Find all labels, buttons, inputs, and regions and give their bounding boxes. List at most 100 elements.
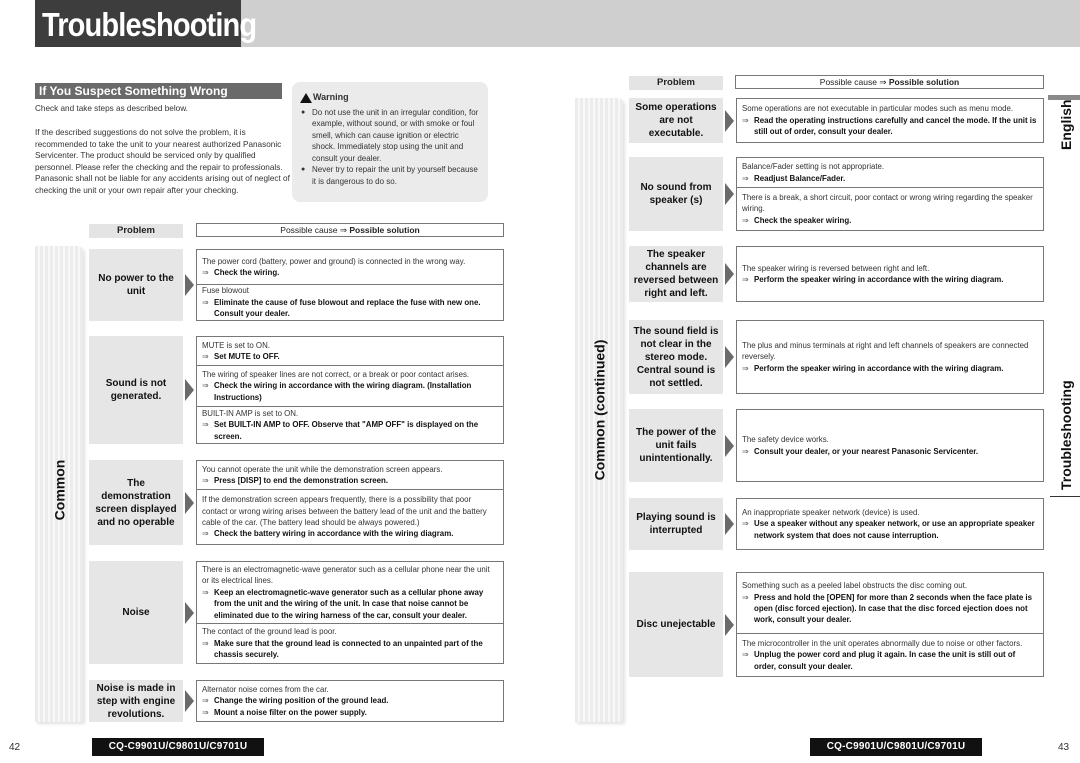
header-solution-text: Possible solution [888,77,960,87]
cause-text: Alternator noise comes from the car. [202,685,329,694]
cause-item: Alternator noise comes from the car.Chan… [197,681,503,721]
arrow-right-icon [725,613,734,636]
cause-text: The speaker wiring is reversed between r… [742,263,930,273]
cause-item: The speaker wiring is reversed between r… [737,247,1043,301]
section-heading: If You Suspect Something Wrong [35,83,282,99]
warning-box: Warning Do not use the unit in an irregu… [292,82,488,202]
solution-text: Set MUTE to OFF. [202,351,498,363]
arrow-right-icon [725,434,734,457]
cause-text: Fuse blowout [202,286,249,296]
solution-text: Check the speaker wiring. [742,215,1038,227]
cause-item: An inappropriate speaker network (device… [737,499,1043,549]
cause-text: The wiring of speaker lines are not corr… [202,369,470,379]
problem-cell: Playing sound is interrupted [629,498,723,550]
solution-text: Eliminate the cause of fuse blowout and … [202,297,498,320]
cause-item: Fuse blowoutEliminate the cause of fuse … [197,284,503,320]
intro-paragraph: If the described suggestions do not solv… [35,128,290,195]
solution-text: Press [DISP] to end the demonstration sc… [202,475,498,487]
arrow-right-icon [725,183,734,205]
header-cause-text: Possible cause [819,77,877,87]
chapter-tab: Troubleshooting [1058,380,1074,490]
causes-box: The power cord (battery, power and groun… [196,249,504,321]
warning-item: Do not use the unit in an irregular cond… [300,107,480,165]
cause-text: The safety device works. [742,435,829,445]
causes-box: There is an electromagnetic-wave generat… [196,561,504,664]
cause-item: The contact of the ground lead is poor.M… [197,623,503,663]
solution-text: Make sure that the ground lead is connec… [202,638,498,661]
cause-text: An inappropriate speaker network (device… [742,507,920,517]
cause-item: There is a break, a short circuit, poor … [737,187,1043,230]
header-problem-left: Problem [89,224,183,238]
cause-item: Some operations are not executable in pa… [737,99,1043,142]
cause-text: MUTE is set to ON. [202,340,270,350]
causes-box: Balance/Fader setting is not appropriate… [736,157,1044,231]
problem-cell: Noise is made in step with engine revolu… [89,680,183,722]
solution-text: Readjust Balance/Fader. [742,173,1038,185]
cause-item: The wiring of speaker lines are not corr… [197,365,503,406]
arrow-right-icon [725,263,734,285]
causes-box: Something such as a peeled label obstruc… [736,572,1044,677]
solution-text: Set BUILT-IN AMP to OFF. Observe that "A… [202,419,498,442]
solution-text: Change the wiring position of the ground… [202,695,498,707]
problem-cell: The demonstration screen displayed and n… [89,460,183,545]
cause-text: You cannot operate the unit while the de… [202,464,443,474]
problem-cell: Sound is not generated. [89,336,183,444]
arrow-right-icon [725,109,734,132]
model-number-left: CQ-C9901U/C9801U/C9701U [92,738,264,756]
cause-text: Something such as a peeled label obstruc… [742,581,968,591]
arrow-right-icon [185,491,194,514]
problem-cell: The speaker channels are reversed betwee… [629,246,723,302]
cause-text: The plus and minus terminals at right an… [742,340,1029,362]
cause-text: The power cord (battery, power and groun… [202,256,466,266]
causes-box: You cannot operate the unit while the de… [196,460,504,545]
cause-item: The safety device works.Consult your dea… [737,410,1043,481]
solution-text: Unplug the power cord and plug it again.… [742,649,1038,672]
cause-text: Balance/Fader setting is not appropriate… [742,162,885,172]
solution-text: Perform the speaker wiring in accordance… [742,363,1038,375]
cause-item: The power cord (battery, power and groun… [197,250,503,284]
warning-triangle-icon [300,92,312,103]
chapter-tab-divider [1050,496,1080,497]
header-problem-right: Problem [629,76,723,90]
solution-text: Mount a noise filter on the power supply… [202,707,498,719]
side-tab-label-wrap: Common [35,459,83,521]
solution-text: Press and hold the [OPEN] for more than … [742,592,1038,626]
header-solution-text: Possible solution [349,225,420,235]
page-number-left: 42 [9,742,21,753]
arrow-right-icon [185,601,194,624]
warning-item: Never try to repair the unit by yourself… [300,164,480,187]
arrow-right-icon: ⇒ [339,225,347,235]
causes-box: The safety device works.Consult your dea… [736,409,1044,482]
causes-box: Some operations are not executable in pa… [736,98,1044,143]
solution-text: Check the battery wiring in accordance w… [202,528,498,540]
solution-text: Consult your dealer, or your nearest Pan… [742,446,1038,458]
causes-box: Alternator noise comes from the car.Chan… [196,680,504,722]
causes-box: The speaker wiring is reversed between r… [736,246,1044,302]
problem-cell: No power to the unit [89,249,183,321]
cause-text: There is an electromagnetic-wave generat… [202,564,490,586]
cause-item: Something such as a peeled label obstruc… [737,573,1043,633]
side-tab-label: Common [51,459,68,521]
solution-text: Read the operating instructions carefull… [742,115,1038,138]
cause-item: MUTE is set to ON.Set MUTE to OFF. [197,337,503,365]
cause-item: You cannot operate the unit while the de… [197,461,503,489]
page-number-right: 43 [1058,742,1070,753]
solution-text: Perform the speaker wiring in accordance… [742,274,1038,286]
cause-item: The plus and minus terminals at right an… [737,321,1043,393]
cause-item: There is an electromagnetic-wave generat… [197,562,503,623]
problem-cell: Noise [89,561,183,664]
problem-cell: The sound field is not clear in the ster… [629,320,723,394]
problem-cell: Some operations are not executable. [629,98,723,143]
page-title: Troubleshooting [42,6,257,43]
arrow-right-icon [185,690,194,712]
problem-cell: No sound from speaker (s) [629,157,723,231]
header-cause-left: Possible cause ⇒ Possible solution [196,223,504,237]
warning-title: Warning [300,92,480,104]
solution-text: Check the wiring. [202,267,498,279]
arrow-right-icon: ⇒ [879,77,887,87]
problem-cell: Disc unejectable [629,572,723,677]
arrow-right-icon [725,513,734,535]
header-cause-right: Possible cause ⇒ Possible solution [735,75,1044,89]
cause-text: BUILT-IN AMP is set to ON. [202,408,299,418]
cause-text: If the demonstration screen appears freq… [202,495,487,527]
